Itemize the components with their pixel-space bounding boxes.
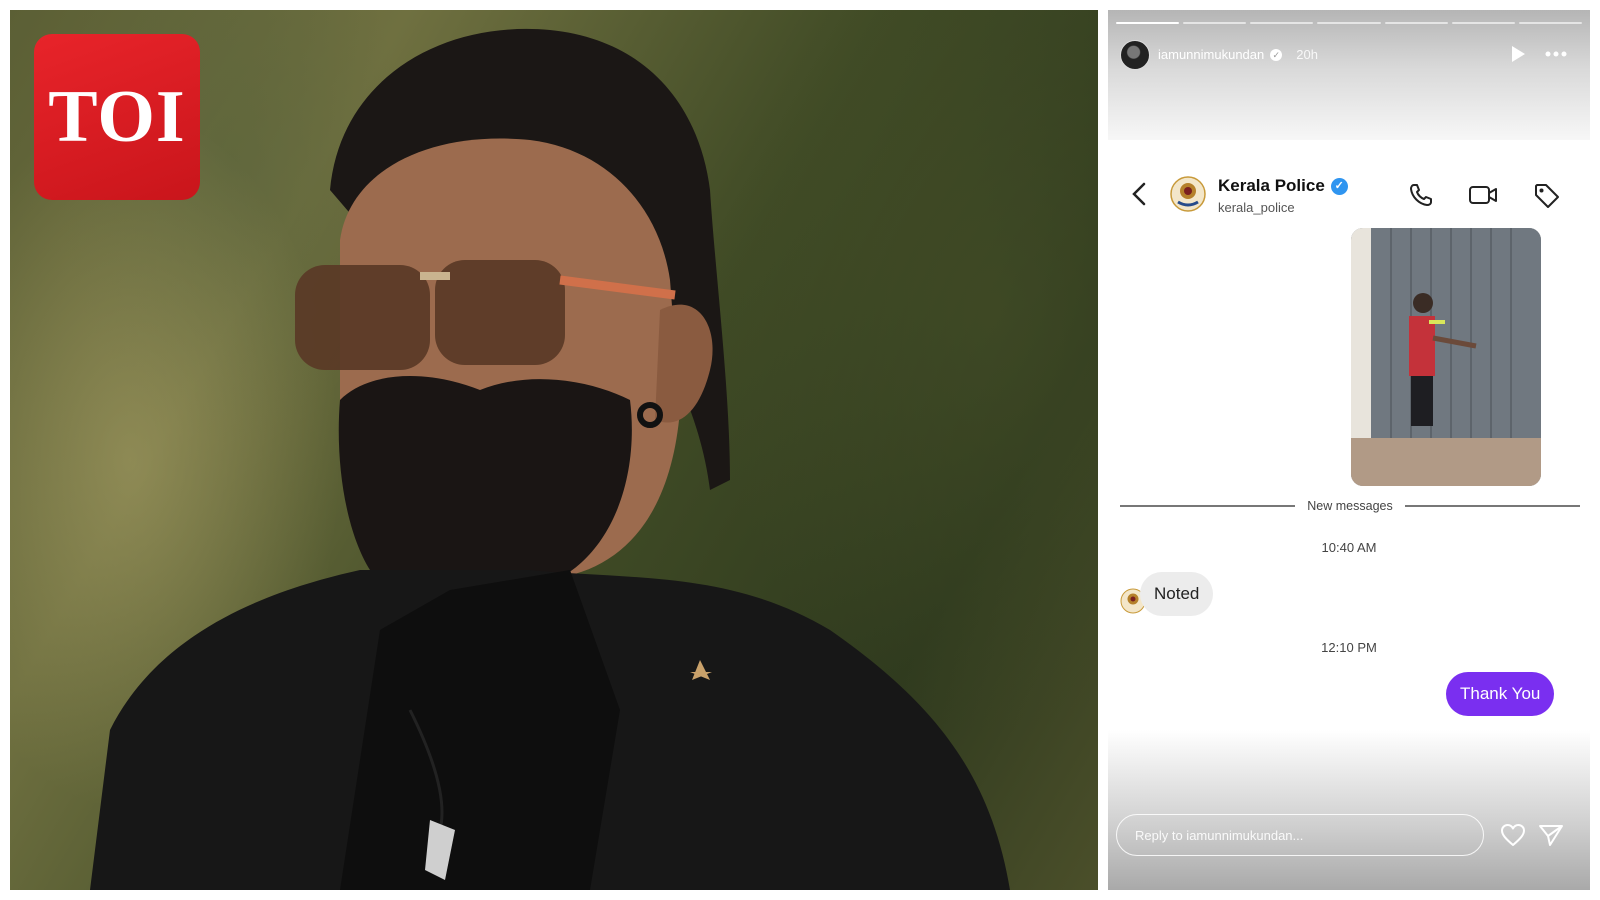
toi-logo-text: TOI <box>48 75 186 158</box>
story-user-info[interactable]: iamunnimukundan ✓ 20h <box>1158 47 1318 62</box>
progress-segment <box>1451 22 1515 24</box>
story-reply-input[interactable] <box>1116 814 1484 856</box>
dm-header: Kerala Police ✓ kerala_police <box>1108 160 1590 230</box>
message-timestamp: 10:40 AM <box>1321 540 1377 555</box>
story-user-avatar[interactable] <box>1120 40 1150 70</box>
kerala-police-emblem-avatar[interactable] <box>1170 176 1206 212</box>
progress-segment <box>1183 22 1247 24</box>
story-footer-overlay <box>1108 730 1590 890</box>
story-header-overlay: iamunnimukundan ✓ 20h <box>1108 10 1590 140</box>
contact-handle: kerala_police <box>1218 200 1295 215</box>
new-messages-label: New messages <box>1307 499 1393 513</box>
divider-line <box>1120 505 1296 507</box>
verified-badge-icon: ✓ <box>1330 177 1348 195</box>
contact-name[interactable]: Kerala Police ✓ <box>1218 176 1348 196</box>
divider-line <box>1404 505 1581 507</box>
tag-icon[interactable] <box>1533 182 1561 210</box>
outgoing-message-bubble[interactable]: Thank You <box>1446 672 1555 716</box>
verified-badge-icon: ✓ <box>1270 48 1283 61</box>
photo-panel: TOI <box>10 10 1098 890</box>
progress-segment <box>1384 22 1448 24</box>
video-call-icon[interactable] <box>1468 184 1498 206</box>
instagram-story: iamunnimukundan ✓ 20h Kerala Police ✓ ke… <box>1108 10 1590 890</box>
progress-segment <box>1250 22 1314 24</box>
shared-video-thumbnail[interactable] <box>1351 228 1541 486</box>
call-icon[interactable] <box>1408 182 1434 208</box>
new-messages-divider: New messages <box>1120 496 1581 516</box>
story-time: 20h <box>1296 47 1318 62</box>
heart-icon[interactable] <box>1500 823 1526 847</box>
story-username[interactable]: iamunnimukundan <box>1158 47 1264 62</box>
incoming-message-bubble[interactable]: Noted <box>1140 572 1214 616</box>
progress-segment <box>1116 22 1180 24</box>
more-icon[interactable] <box>1544 46 1568 62</box>
play-icon[interactable] <box>1510 45 1526 63</box>
send-icon[interactable] <box>1538 823 1564 847</box>
contact-name-text[interactable]: Kerala Police <box>1218 176 1325 196</box>
back-icon[interactable] <box>1132 182 1146 206</box>
progress-segment <box>1317 22 1381 24</box>
story-progress-bar <box>1116 22 1582 24</box>
message-timestamp: 12:10 PM <box>1321 640 1377 655</box>
toi-logo: TOI <box>34 34 200 200</box>
progress-segment <box>1518 22 1582 24</box>
